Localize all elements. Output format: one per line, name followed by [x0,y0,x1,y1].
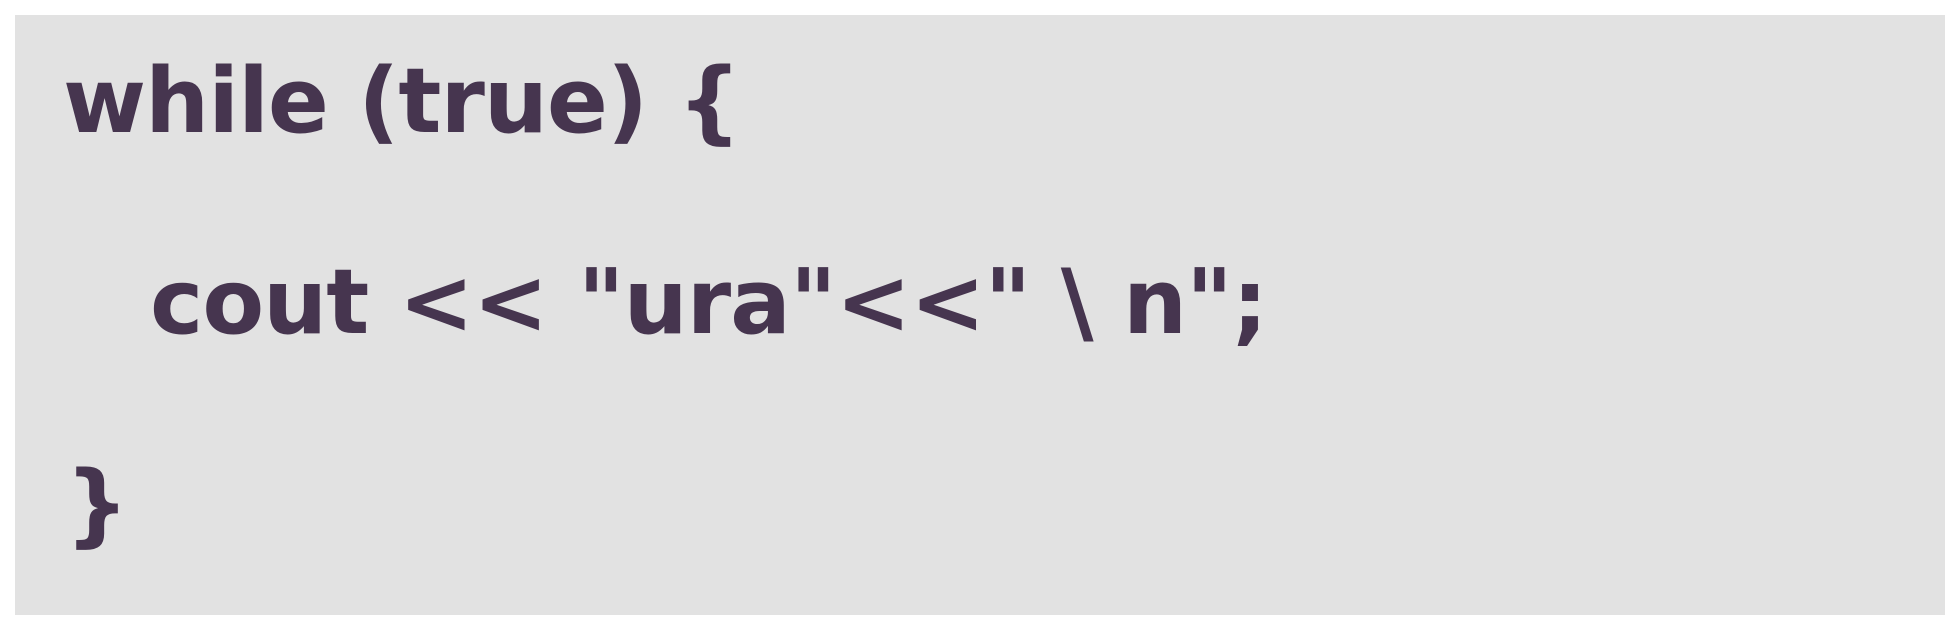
code-line-closing-brace: } [65,452,129,557]
code-slide: while (true) { cout << "ura"<<" \ n"; } [15,15,1945,615]
code-line-cout: cout << "ura"<<" \ n"; [150,250,1268,355]
code-line-while: while (true) { [63,49,741,154]
